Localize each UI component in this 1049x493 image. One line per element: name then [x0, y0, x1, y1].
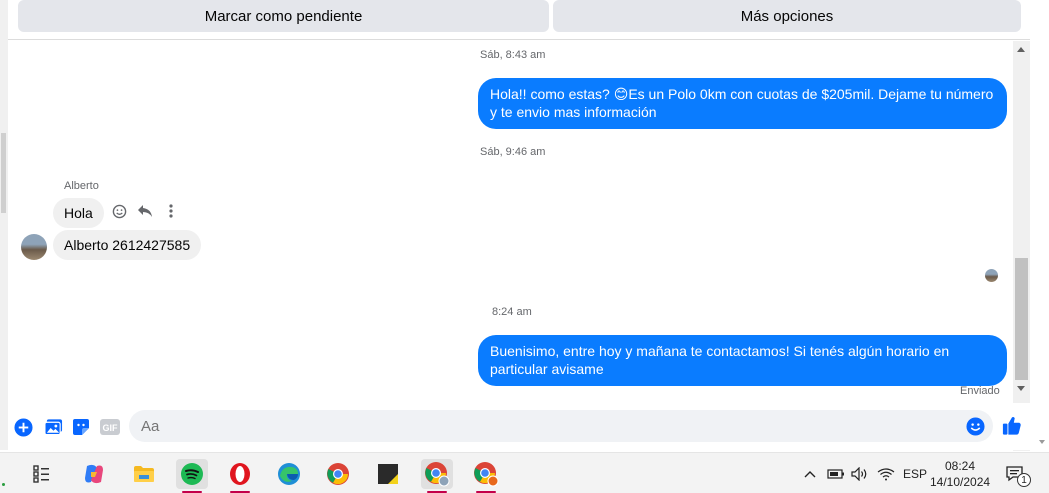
- gif-icon[interactable]: GIF: [99, 417, 121, 437]
- task-view-icon[interactable]: [26, 459, 58, 489]
- sticker-icon[interactable]: [71, 417, 91, 437]
- status-dot: [2, 483, 5, 486]
- battery-plug-icon[interactable]: [827, 453, 845, 493]
- incoming-message[interactable]: Alberto 2612427585: [53, 230, 202, 260]
- message-composer: GIF: [8, 403, 1030, 450]
- notification-center-icon[interactable]: 1: [1006, 453, 1031, 493]
- spotify-icon[interactable]: [176, 459, 208, 493]
- file-explorer-icon[interactable]: [128, 459, 160, 489]
- more-options-button[interactable]: Más opciones: [553, 0, 1021, 32]
- chrome-icon[interactable]: [322, 459, 354, 489]
- photo-icon[interactable]: [43, 417, 63, 437]
- incoming-message[interactable]: Hola: [53, 198, 104, 228]
- input-language[interactable]: ESP: [903, 453, 927, 493]
- delivery-status: Enviado: [960, 385, 1000, 397]
- reply-icon[interactable]: [137, 203, 153, 219]
- timestamp: Sáb, 8:43 am: [480, 49, 546, 61]
- wifi-icon[interactable]: [877, 453, 895, 493]
- message-actions: [111, 203, 179, 219]
- left-scroll-thumb[interactable]: [1, 133, 6, 213]
- page-scroll-down-icon[interactable]: [1039, 440, 1045, 444]
- contact-avatar[interactable]: [21, 234, 47, 260]
- page-scroll-edge: [1030, 0, 1049, 452]
- outgoing-message[interactable]: Hola!! como estas? 😊Es un Polo 0km con c…: [478, 78, 1007, 129]
- sender-name: Alberto: [64, 180, 99, 192]
- sticky-notes-icon[interactable]: [372, 459, 404, 489]
- notification-count-badge: 1: [1017, 473, 1031, 487]
- seen-avatar: [985, 269, 998, 282]
- scroll-up-arrow-icon[interactable]: [1017, 47, 1025, 52]
- copilot-icon[interactable]: [78, 459, 110, 489]
- messenger-window: Marcar como pendiente Más opciones Sáb, …: [0, 0, 1049, 493]
- react-emoji-icon[interactable]: [111, 203, 127, 219]
- chat-scrollbar[interactable]: [1013, 41, 1030, 451]
- system-clock[interactable]: 08:24 14/10/2024: [930, 458, 990, 490]
- chrome-profile-icon[interactable]: [470, 459, 502, 493]
- volume-icon[interactable]: [851, 453, 869, 493]
- left-scroll-edge: [0, 0, 8, 450]
- add-attachment-icon[interactable]: [13, 417, 33, 437]
- timestamp: Sáb, 9:46 am: [480, 146, 546, 158]
- like-thumbs-up-icon[interactable]: [1002, 415, 1022, 435]
- clock-time: 08:24: [944, 459, 976, 473]
- action-bar: Marcar como pendiente Más opciones: [8, 0, 1032, 40]
- more-options-icon[interactable]: [163, 203, 179, 219]
- windows-taskbar: ESP 08:24 14/10/2024 1: [0, 452, 1049, 493]
- show-hidden-icons-chevron-up-icon[interactable]: [804, 453, 816, 493]
- emoji-icon[interactable]: [965, 416, 985, 436]
- opera-icon[interactable]: [224, 459, 256, 493]
- timestamp: 8:24 am: [492, 306, 532, 318]
- conversation-thread: Sáb, 8:43 am Hola!! como estas? 😊Es un P…: [8, 41, 1013, 401]
- edge-icon[interactable]: [273, 459, 305, 489]
- chrome-profile-icon[interactable]: [421, 459, 453, 493]
- message-input[interactable]: [129, 410, 993, 442]
- scroll-down-arrow-icon[interactable]: [1017, 386, 1025, 391]
- mark-pending-button[interactable]: Marcar como pendiente: [18, 0, 549, 32]
- clock-date: 14/10/2024: [930, 475, 991, 489]
- outgoing-message[interactable]: Buenisimo, entre hoy y mañana te contact…: [478, 335, 1007, 386]
- scroll-thumb[interactable]: [1015, 258, 1028, 380]
- svg-text:GIF: GIF: [103, 423, 119, 433]
